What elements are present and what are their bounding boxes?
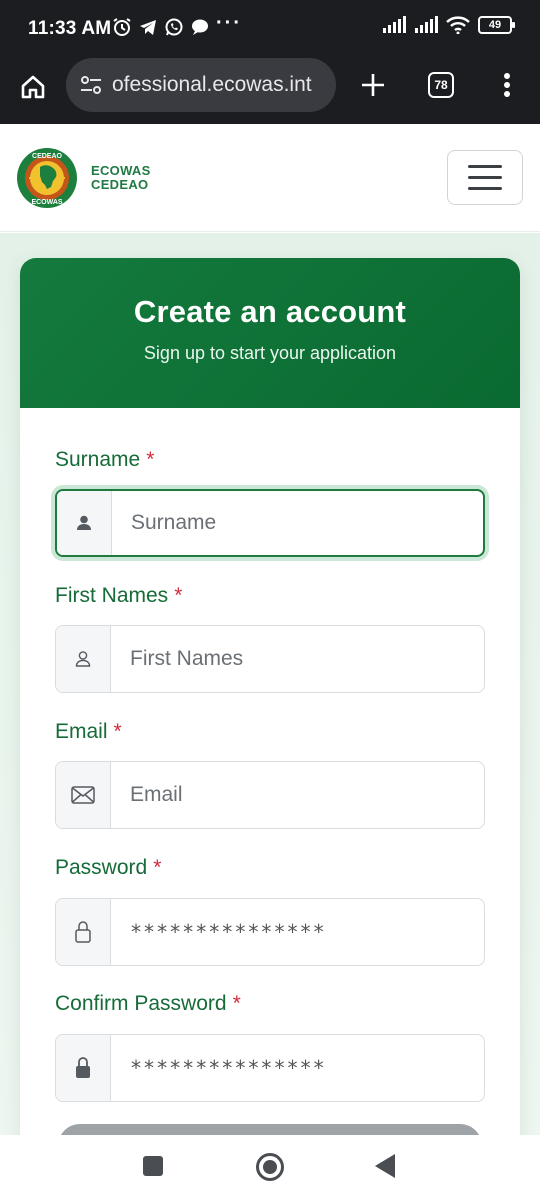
overflow-menu-icon[interactable] [496,70,518,100]
confirm-password-label: Confirm Password * [55,992,241,1016]
address-bar[interactable]: ofessional.ecowas.int [66,58,336,112]
surname-label: Surname * [55,448,154,472]
logo-text-top: CEDEAO [32,153,63,160]
logo-text-bottom: ECOWAS [31,199,62,206]
surname-label-text: Surname [55,448,141,471]
form-title: Create an account [133,294,407,329]
battery-icon: 49 [478,16,515,34]
alarm-icon [112,17,132,37]
lock-filled-icon [56,1035,111,1101]
first-names-input[interactable] [112,626,484,692]
plus-icon[interactable] [358,70,388,100]
required-mark: * [174,584,183,607]
required-mark: * [113,720,122,743]
home-icon[interactable] [18,72,48,102]
confirm-password-input-group: *************** [55,1034,485,1102]
password-input-group: *************** [55,898,485,966]
card-header: Create an account Sign up to start your … [20,258,520,408]
email-input-group [55,761,485,829]
confirm-password-input[interactable]: *************** [112,1035,484,1101]
ecowas-logo[interactable]: CEDEAO ECOWAS [16,147,78,209]
password-label-text: Password [55,856,148,879]
signup-card: Create an account Sign up to start your … [20,258,520,1158]
status-time: 11:33 AM [28,18,112,39]
person-filled-icon [57,491,112,555]
more-dots-icon: ··· [216,12,242,34]
brand-line-2: CEDEAO [91,177,149,192]
tabs-icon[interactable]: 78 [428,72,454,98]
battery-level: 49 [488,19,502,31]
url-text: ofessional.ecowas.int [112,73,312,96]
recents-square-icon[interactable] [143,1156,163,1176]
hamburger-menu-button[interactable] [447,150,523,205]
brand-name[interactable]: ECOWAS CEDEAO [91,164,151,192]
chat-bubble-icon [190,17,210,37]
password-label: Password * [55,856,161,880]
browser-toolbar: ofessional.ecowas.int 78 [0,58,540,124]
form-subtitle: Sign up to start your application [143,343,397,363]
lock-outline-icon [56,899,111,965]
tab-count: 78 [434,78,448,92]
back-triangle-icon[interactable] [375,1154,395,1178]
brand-line-1: ECOWAS [91,163,151,178]
site-header: CEDEAO ECOWAS ECOWAS CEDEAO [0,124,540,232]
site-settings-icon[interactable] [78,72,104,98]
required-mark: * [153,856,162,879]
first-names-label: First Names * [55,584,182,608]
signal-icon [383,16,406,33]
email-label: Email * [55,720,122,744]
required-mark: * [146,448,155,471]
home-circle-icon[interactable] [256,1153,284,1181]
password-input[interactable]: *************** [112,899,484,965]
person-outline-icon [56,626,111,692]
first-names-input-group [55,625,485,693]
notification-icons [112,17,210,37]
telegram-icon [138,17,158,37]
first-names-label-text: First Names [55,584,169,607]
status-bar: 11:33 AM ··· 49 [0,0,540,58]
email-input[interactable] [112,762,484,828]
system-nav-bar [0,1135,540,1200]
email-label-text: Email [55,720,108,743]
required-mark: * [232,992,241,1015]
wifi-icon [446,16,470,34]
envelope-icon [56,762,111,828]
confirm-password-label-text: Confirm Password [55,992,227,1015]
whatsapp-icon [164,17,184,37]
signal-icon [415,16,438,33]
system-status-icons: 49 [382,16,515,34]
surname-input[interactable] [113,491,483,555]
surname-input-group [55,489,485,557]
